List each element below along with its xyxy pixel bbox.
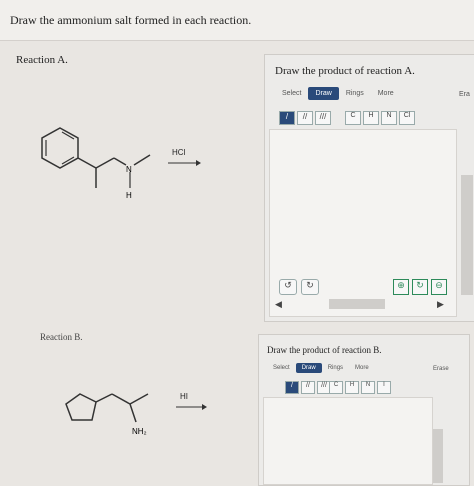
atom-tools-a: C H N Cl [345, 111, 415, 125]
tab-more[interactable]: More [371, 87, 401, 100]
atom-h-button[interactable]: H [363, 111, 379, 125]
tab-rings[interactable]: Rings [322, 363, 349, 373]
triple-bond-button[interactable]: /// [315, 111, 331, 125]
single-bond-button[interactable]: / [285, 381, 299, 394]
bond-tools-a: / // /// [279, 111, 331, 125]
atom-h: H [126, 191, 132, 200]
atom-tools-b: C H N I [329, 381, 391, 394]
double-bond-button[interactable]: // [301, 381, 315, 394]
atom-c-button[interactable]: C [345, 111, 361, 125]
atom-cl-button[interactable]: Cl [399, 111, 415, 125]
reaction-b-arrow [176, 404, 207, 410]
zoom-reset-icon[interactable]: ↻ [412, 279, 428, 295]
panel-a-tabs: Select Draw Rings More [275, 87, 401, 100]
tab-draw[interactable]: Draw [295, 363, 322, 373]
atom-n-button[interactable]: N [381, 111, 397, 125]
vertical-scrollbar-a[interactable] [461, 175, 473, 295]
scroll-left-icon[interactable]: ◀ [275, 299, 282, 310]
cyclopentane-ring [65, 393, 97, 421]
reaction-a-reagent: HCl [172, 148, 186, 157]
scroll-right-icon[interactable]: ▶ [437, 299, 444, 310]
drawing-panel-a: Draw the product of reaction A. Select D… [264, 54, 474, 322]
reaction-a-arrow [168, 160, 201, 166]
undo-icon[interactable]: ↺ [279, 279, 297, 295]
erase-button[interactable]: Erase [433, 366, 449, 372]
erase-button[interactable]: Era [459, 91, 470, 98]
tab-select[interactable]: Select [267, 363, 296, 373]
single-bond-button[interactable]: / [279, 111, 295, 125]
atom-n: N [126, 165, 132, 174]
drawing-panel-b: Draw the product of reaction B. Select D… [258, 334, 470, 486]
atom-i-button[interactable]: I [377, 381, 391, 394]
history-tools-a: ↺ ↻ [279, 279, 319, 295]
atom-h-button[interactable]: H [345, 381, 359, 394]
tab-more[interactable]: More [349, 363, 375, 373]
atom-c-button[interactable]: C [329, 381, 343, 394]
reaction-a-label: Reaction A. [16, 54, 68, 66]
redo-icon[interactable]: ↻ [301, 279, 319, 295]
drawing-canvas-b[interactable] [263, 397, 433, 485]
question-text: Draw the ammonium salt formed in each re… [10, 13, 252, 27]
horizontal-scrollbar-a[interactable] [329, 299, 385, 309]
panel-b-tabs: Select Draw Rings More [267, 363, 375, 373]
bond-tools-b: / // /// [285, 381, 331, 394]
reaction-b-label: Reaction B. [40, 332, 83, 342]
panel-b-title: Draw the product of reaction B. [267, 345, 382, 355]
vertical-scrollbar-b[interactable] [433, 429, 443, 483]
zoom-out-icon[interactable]: ⊖ [431, 279, 447, 295]
tab-draw[interactable]: Draw [308, 87, 339, 100]
panel-a-title: Draw the product of reaction A. [275, 65, 415, 77]
zoom-tools-a: ⊕ ↻ ⊖ [393, 279, 447, 295]
tab-rings[interactable]: Rings [339, 87, 371, 100]
double-bond-button[interactable]: // [297, 111, 313, 125]
reaction-b-reagent: HI [180, 392, 188, 401]
reaction-b-structure: NH₂ [65, 393, 149, 436]
amine-label: NH₂ [132, 427, 147, 436]
tab-select[interactable]: Select [275, 87, 308, 100]
benzene-ring [41, 127, 79, 169]
zoom-in-icon[interactable]: ⊕ [393, 279, 409, 295]
atom-n-button[interactable]: N [361, 381, 375, 394]
